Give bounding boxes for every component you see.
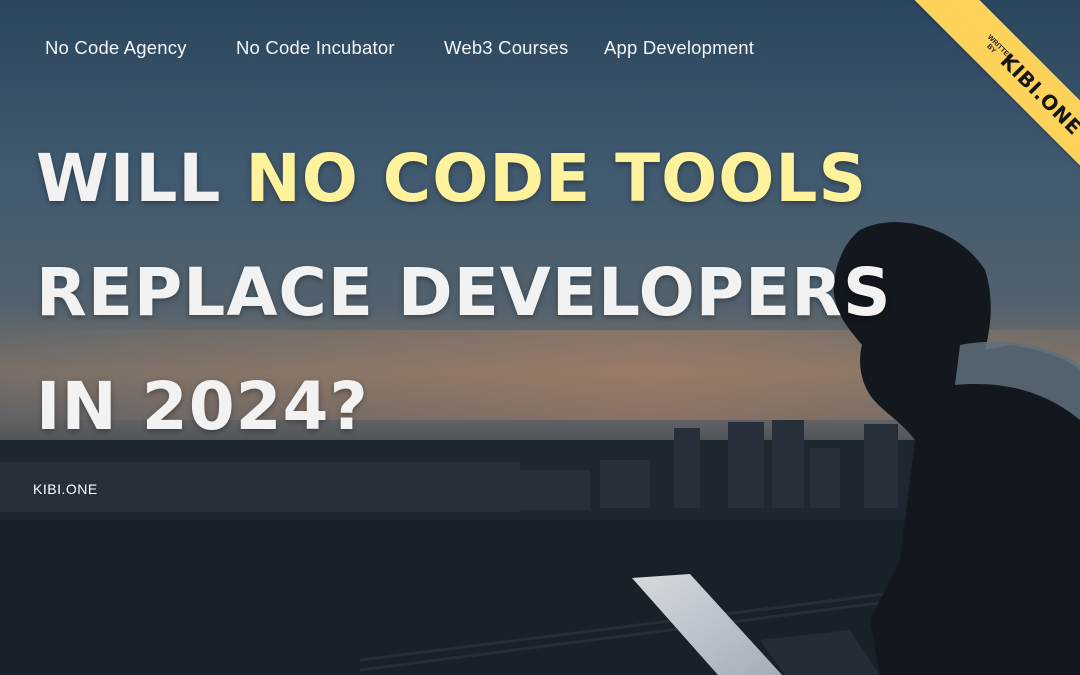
headline-highlight: NO CODE TOOLS [245, 140, 867, 217]
ribbon-brand-text: KIBI.ONE [995, 48, 1080, 140]
nav-item-app-development[interactable]: App Development [604, 37, 754, 59]
headline-line-2: REPLACE DEVELOPERS [36, 254, 892, 331]
nav-item-web3-courses[interactable]: Web3 Courses [444, 37, 568, 59]
brand-logo-text: KIBI.ONE [33, 481, 98, 497]
headline-line-1-prefix: WILL [36, 140, 246, 217]
nav-item-no-code-incubator[interactable]: No Code Incubator [236, 37, 395, 59]
ribbon-band: WRITTEN BY KIBI.ONE [909, 0, 1080, 190]
written-by-ribbon: WRITTEN BY KIBI.ONE [890, 0, 1080, 190]
headline-line-1: WILL NO CODE TOOLS [36, 140, 867, 217]
nav-item-no-code-agency[interactable]: No Code Agency [45, 37, 187, 59]
page-title: WILL NO CODE TOOLS REPLACE DEVELOPERS IN… [36, 122, 892, 464]
ribbon-small-text: WRITTEN BY [985, 33, 1014, 62]
headline-line-3: IN 2024? [36, 368, 369, 445]
